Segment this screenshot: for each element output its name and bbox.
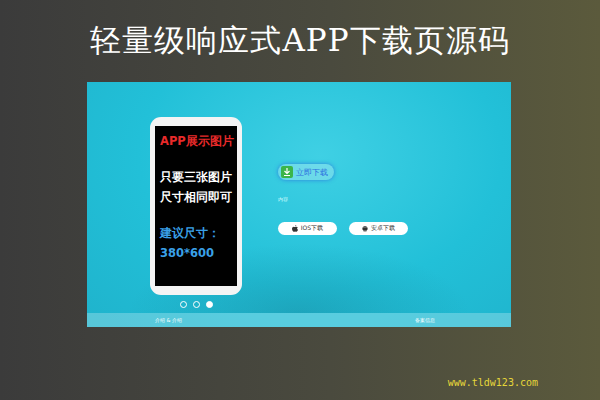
- android-icon: [362, 225, 368, 232]
- phone-text-line: APP展示图片: [160, 134, 234, 148]
- intro-text: 内容: [278, 196, 288, 202]
- carousel-dot[interactable]: [206, 301, 213, 308]
- android-download-button[interactable]: 安卓下载: [349, 222, 408, 235]
- carousel-dot[interactable]: [193, 301, 200, 308]
- button-label: IOS下载: [301, 224, 323, 233]
- watermark: www.tldw123.com: [448, 377, 538, 388]
- phone-text-line: 建议尺寸：: [160, 226, 234, 240]
- button-label: 安卓下载: [371, 224, 395, 233]
- footer-right: 备案信息: [415, 317, 435, 323]
- phone-mockup: APP展示图片只要三张图片尺寸相同即可建议尺寸： 380*600: [150, 117, 242, 295]
- download-badge-label: 立即下载: [296, 167, 328, 178]
- download-icon: [281, 166, 293, 178]
- phone-screen: APP展示图片只要三张图片尺寸相同即可建议尺寸： 380*600: [155, 126, 237, 286]
- page-title: 轻量级响应式APP下载页源码: [90, 20, 509, 62]
- download-page-preview: APP展示图片只要三张图片尺寸相同即可建议尺寸：380*600 立即下载 内容 …: [87, 82, 511, 327]
- apple-icon: [292, 225, 298, 232]
- ios-download-button[interactable]: IOS下载: [278, 222, 337, 235]
- carousel-dot[interactable]: [180, 301, 187, 308]
- phone-text-line: 只要三张图片: [160, 170, 234, 184]
- title-bar: 轻量级响应式APP下载页源码: [0, 0, 600, 82]
- footer: 介绍 & 介绍 备案信息: [87, 313, 511, 327]
- download-badge[interactable]: 立即下载: [278, 164, 334, 180]
- footer-left: 介绍 & 介绍: [155, 317, 182, 323]
- phone-text-line: 380*600: [160, 246, 234, 260]
- phone-text-line: 尺寸相同即可: [160, 190, 234, 204]
